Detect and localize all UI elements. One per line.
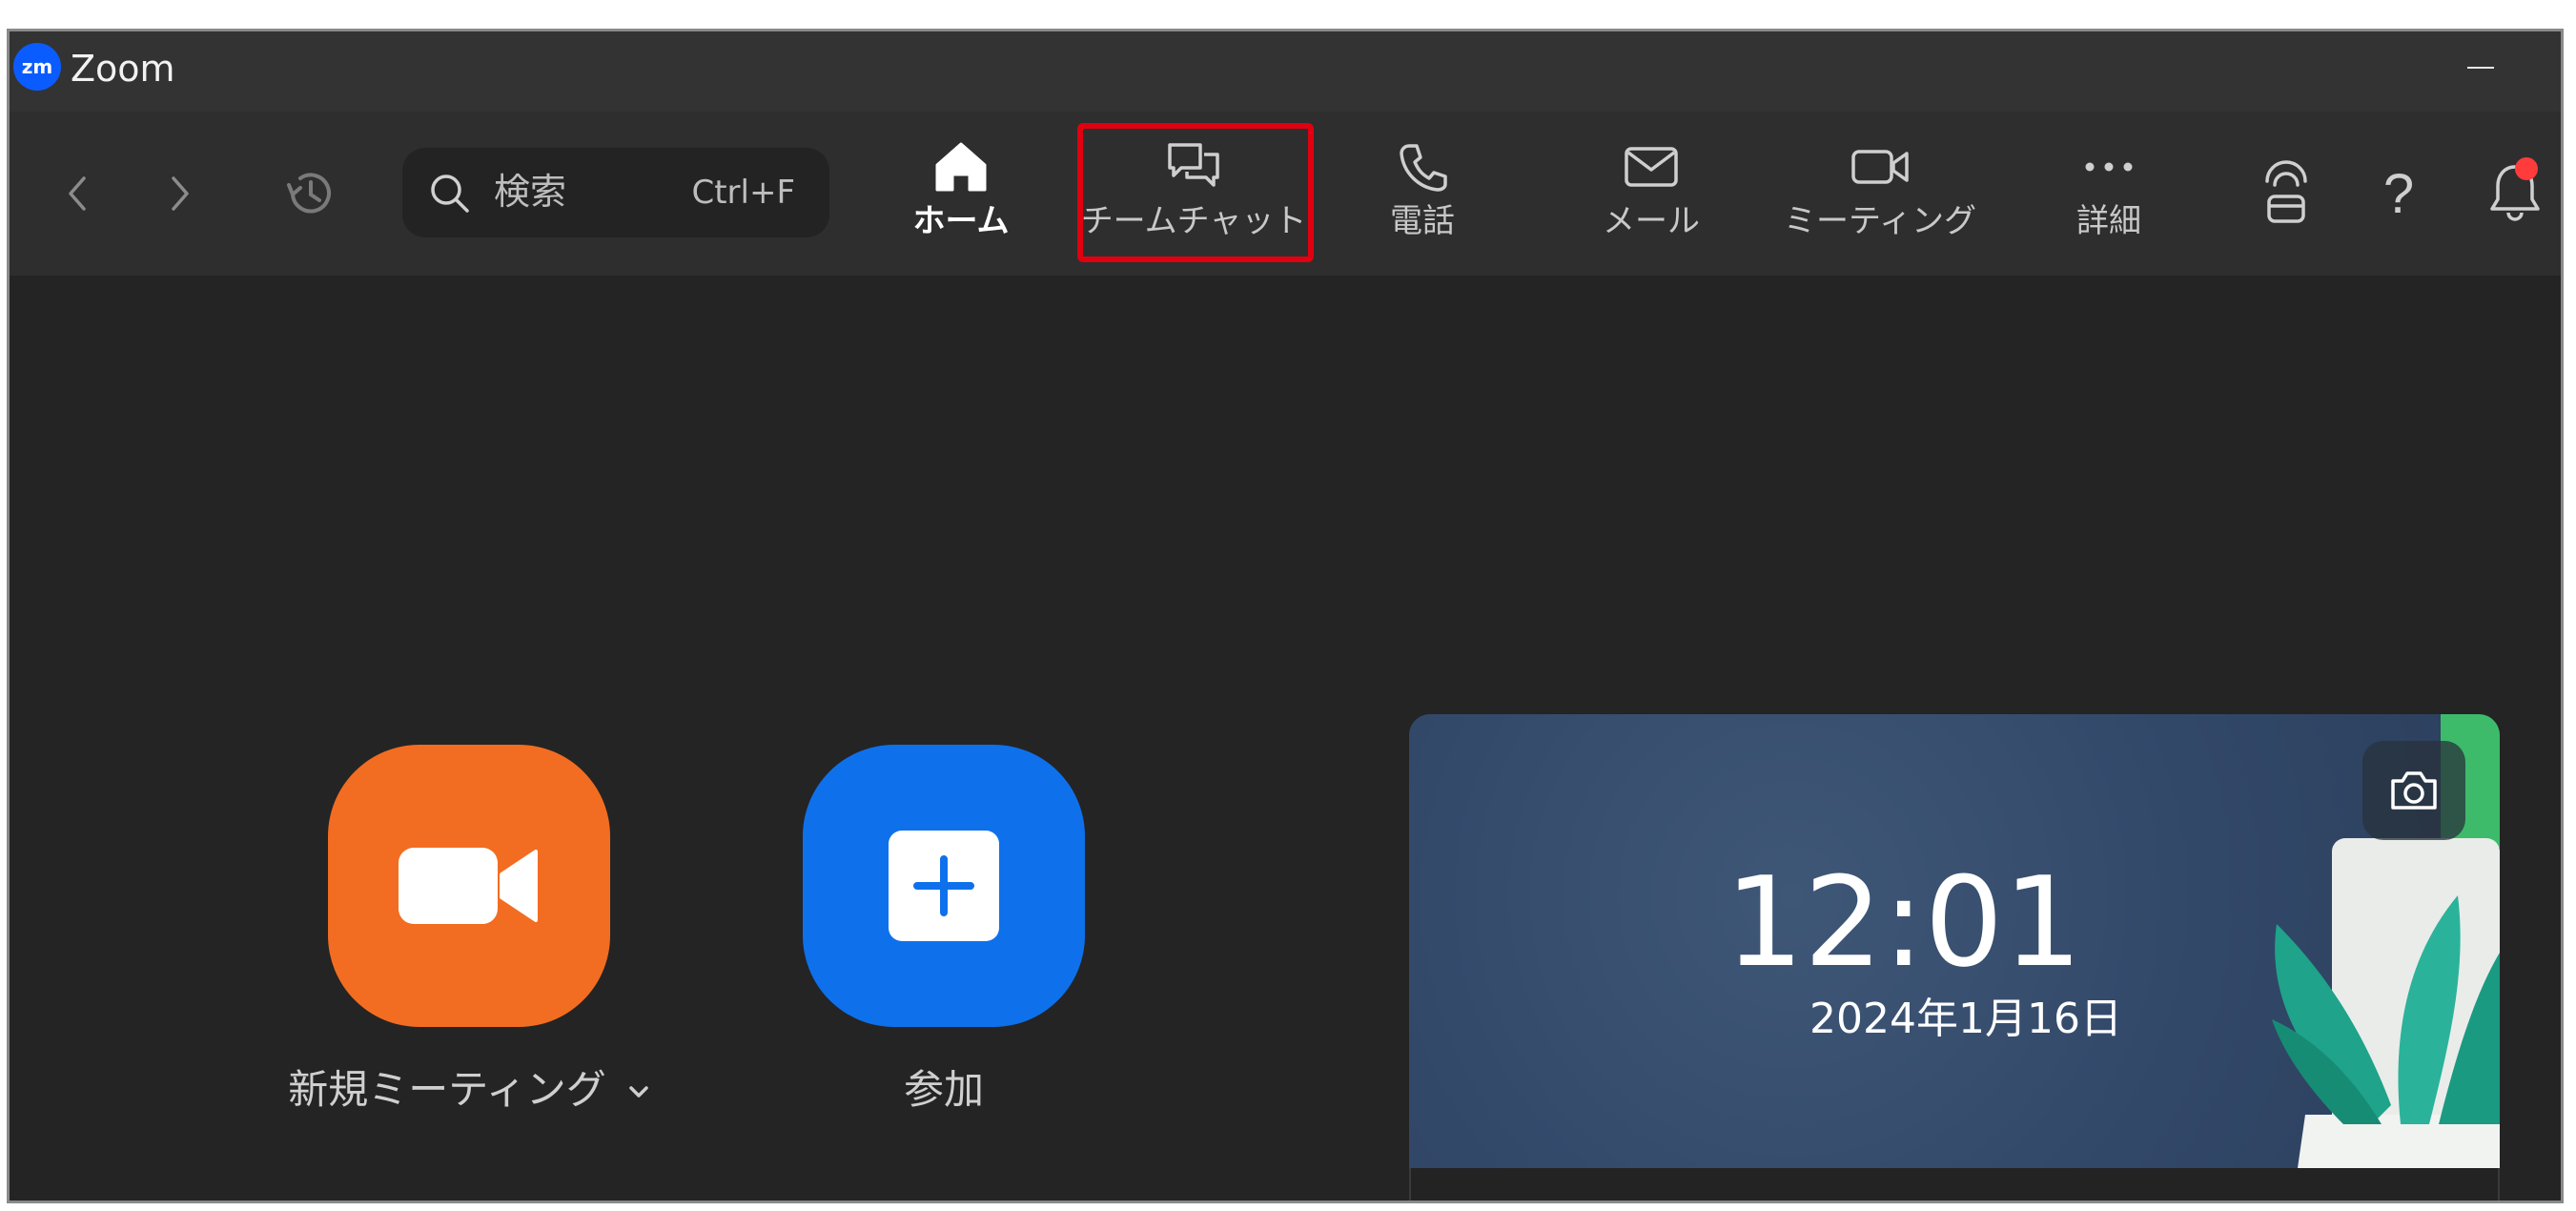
back-button[interactable] [51, 167, 105, 220]
card-footer [1409, 1168, 2500, 1201]
new-meeting-button[interactable] [328, 745, 610, 1027]
current-date: 2024年1月16日 [1809, 995, 2122, 1043]
plus-icon [889, 831, 999, 941]
tab-label-phone: 電話 [1390, 202, 1455, 240]
tab-label-home: ホーム [912, 202, 1010, 240]
new-meeting-action[interactable]: 新規ミーティング [288, 745, 648, 1116]
phone-icon [1396, 136, 1449, 197]
forward-button[interactable] [153, 167, 206, 220]
zoom-window: zm Zoom 検索 Ctrl+F ホーム チームチャット 電話 メール ミーテ… [7, 29, 2564, 1203]
join-button[interactable] [803, 745, 1085, 1027]
title-bar: zm Zoom [10, 31, 2561, 112]
clock-card: 12:01 2024年1月16日 [1409, 714, 2500, 1201]
search-placeholder: 検索 [494, 171, 567, 213]
tab-mail[interactable]: メール [1546, 131, 1756, 255]
video-camera-icon [399, 848, 538, 924]
new-meeting-label: 新規ミーティング [288, 1066, 606, 1113]
camera-icon [2391, 771, 2437, 810]
history-button[interactable] [278, 161, 343, 226]
help-button[interactable]: ? [2368, 155, 2429, 232]
minimize-button[interactable] [2456, 43, 2504, 91]
tab-home[interactable]: ホーム [856, 131, 1066, 255]
search-icon [427, 171, 473, 220]
chevron-left-icon [69, 176, 86, 211]
highlight-annotation [1077, 123, 1314, 262]
headset-button[interactable] [2250, 157, 2322, 230]
window-title: Zoom [71, 48, 175, 90]
chevron-down-icon[interactable] [627, 1063, 650, 1110]
current-time: 12:01 [1725, 850, 2082, 995]
join-label: 参加 [903, 1066, 984, 1113]
mail-icon [1623, 136, 1680, 197]
video-icon [1850, 136, 1911, 197]
history-icon [287, 173, 331, 214]
help-icon: ? [2382, 162, 2415, 225]
change-background-button[interactable] [2362, 741, 2465, 840]
home-icon [933, 136, 989, 197]
tab-phone[interactable]: 電話 [1318, 131, 1527, 255]
tab-label-meetings: ミーティング [1784, 202, 1976, 240]
search-box[interactable]: 検索 Ctrl+F [402, 148, 829, 237]
tab-meetings[interactable]: ミーティング [1775, 131, 1985, 255]
headset-icon [2265, 160, 2307, 223]
more-icon [2080, 136, 2137, 197]
tab-label-mail: メール [1603, 202, 1700, 240]
main-toolbar: 検索 Ctrl+F ホーム チームチャット 電話 メール ミーティング 詳細 ? [10, 112, 2561, 276]
card-background: 12:01 2024年1月16日 [1409, 714, 2500, 1168]
tab-label-more: 詳細 [2076, 202, 2141, 240]
zoom-logo-icon: zm [13, 43, 61, 91]
notification-badge [2515, 157, 2538, 180]
search-shortcut-hint: Ctrl+F [691, 174, 795, 212]
tab-more[interactable]: 詳細 [2004, 131, 2214, 255]
notifications-button[interactable] [2479, 154, 2551, 230]
join-action[interactable]: 参加 [803, 745, 1085, 1116]
home-content: 新規ミーティング 参加 12:01 2024年1月16日 [10, 276, 2561, 1201]
chevron-right-icon [172, 176, 189, 211]
